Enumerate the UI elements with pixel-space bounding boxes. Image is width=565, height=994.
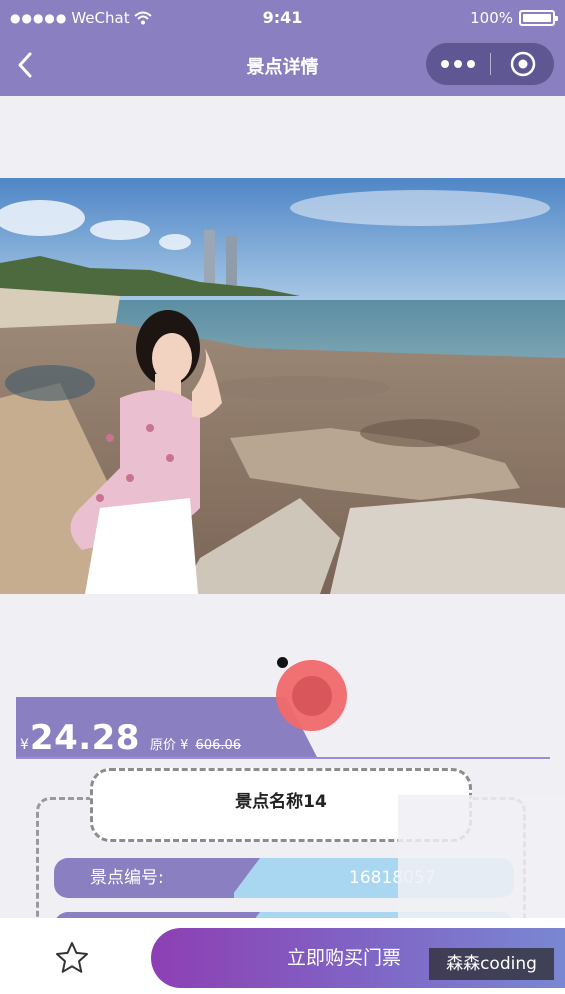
battery-icon bbox=[519, 10, 558, 26]
price-block: ¥ 24.28 原价 ¥ 606.06 bbox=[20, 718, 241, 758]
price-currency: ¥ bbox=[20, 737, 29, 753]
touch-indicator bbox=[276, 660, 347, 731]
navigation-bar: 景点详情 bbox=[0, 36, 565, 96]
current-price: 24.28 bbox=[29, 718, 140, 758]
row-slant-decoration bbox=[230, 858, 260, 898]
scenic-spot-photo bbox=[0, 178, 565, 594]
more-dot-icon bbox=[441, 60, 449, 68]
original-price-label: 原价 bbox=[149, 738, 176, 753]
cursor-dot bbox=[277, 657, 288, 668]
more-dot-icon bbox=[467, 60, 475, 68]
favorite-button[interactable] bbox=[50, 936, 94, 980]
original-price-value: 606.06 bbox=[195, 738, 242, 753]
star-icon bbox=[56, 942, 88, 973]
original-price: 原价 ¥ 606.06 bbox=[150, 734, 241, 753]
target-icon bbox=[510, 51, 535, 77]
more-button[interactable] bbox=[426, 42, 490, 86]
more-dot-icon bbox=[454, 60, 462, 68]
original-price-currency: ¥ bbox=[180, 738, 189, 753]
watermark: 森森coding bbox=[429, 948, 554, 980]
blur-overlay bbox=[398, 795, 565, 925]
battery-percent: 100% bbox=[470, 9, 513, 27]
status-bar: ●●●●● WeChat 9:41 100% bbox=[0, 0, 565, 36]
battery-group: 100% bbox=[470, 9, 558, 27]
miniprogram-capsule bbox=[425, 42, 555, 86]
close-miniprogram-button[interactable] bbox=[491, 42, 554, 86]
spot-number-label: 景点编号: bbox=[54, 858, 234, 898]
beach-photo-illustration bbox=[0, 178, 565, 594]
screen: ●●●●● WeChat 9:41 100% 景点详情 ¥ 24.28 原价 ¥… bbox=[0, 0, 565, 994]
